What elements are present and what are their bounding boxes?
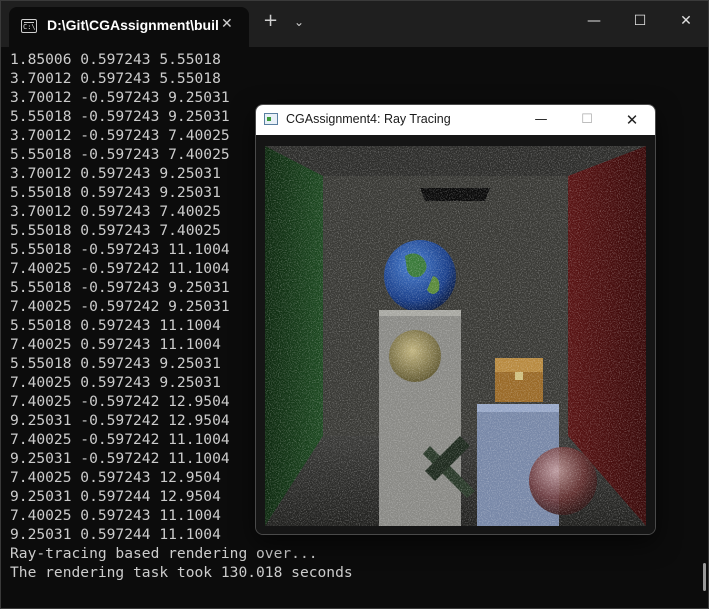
app-icon bbox=[264, 113, 278, 125]
ray-traced-render-image bbox=[265, 146, 646, 526]
new-tab-button[interactable]: + bbox=[263, 10, 278, 31]
close-button[interactable]: ✕ bbox=[663, 1, 709, 41]
tab-bar: C:\ D:\Git\CGAssignment\buil ✕ + ⌄ — ☐ ✕ bbox=[1, 1, 708, 47]
console-line: 1.85006 0.597243 5.55018 bbox=[10, 51, 221, 68]
terminal-icon: C:\ bbox=[21, 19, 37, 33]
tab-title: D:\Git\CGAssignment\buil bbox=[47, 17, 219, 33]
scrollbar[interactable] bbox=[703, 563, 706, 591]
console-line: Ray-tracing based rendering over... bbox=[10, 545, 318, 563]
render-window-titlebar: CGAssignment4: Ray Tracing — ☐ ✕ bbox=[256, 105, 655, 135]
render-maximize-button[interactable]: ☐ bbox=[564, 105, 610, 135]
render-window-title: CGAssignment4: Ray Tracing bbox=[286, 112, 451, 126]
ray-tracing-window: CGAssignment4: Ray Tracing — ☐ ✕ bbox=[255, 104, 656, 535]
render-canvas-area bbox=[256, 135, 655, 534]
maximize-button[interactable]: ☐ bbox=[617, 1, 663, 41]
console-line: 3.70012 0.597243 5.55018 bbox=[10, 70, 221, 88]
tab-close-icon[interactable]: ✕ bbox=[221, 16, 233, 32]
terminal-tab[interactable]: C:\ D:\Git\CGAssignment\buil ✕ bbox=[9, 7, 249, 47]
tab-dropdown-icon[interactable]: ⌄ bbox=[294, 15, 304, 29]
render-minimize-button[interactable]: — bbox=[518, 105, 564, 135]
minimize-button[interactable]: — bbox=[571, 1, 617, 41]
render-close-button[interactable]: ✕ bbox=[609, 105, 655, 135]
console-line: The rendering task took 130.018 seconds bbox=[10, 564, 353, 582]
